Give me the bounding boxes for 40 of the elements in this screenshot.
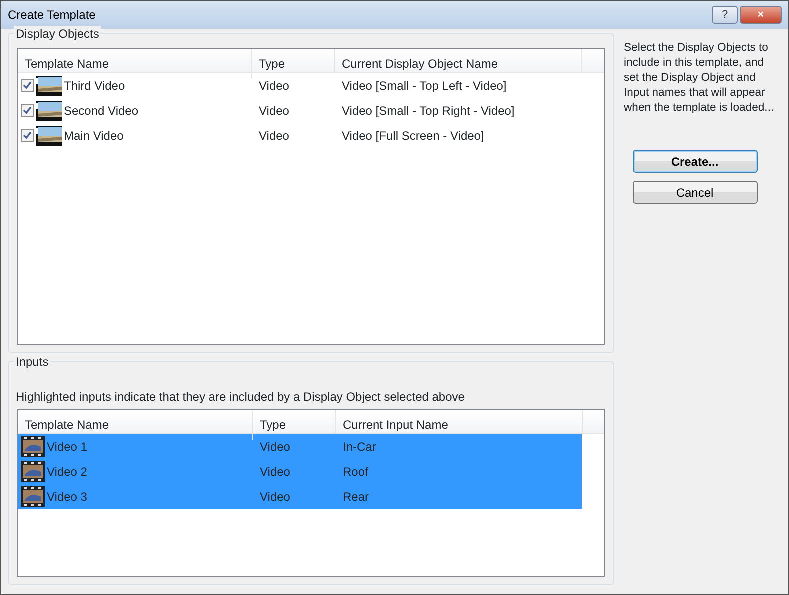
- table-cell-text: Video [Small - Top Left - Video]: [341, 78, 508, 94]
- table-cell-text: Video 1: [47, 438, 88, 456]
- column-header[interactable]: Template Name: [18, 49, 252, 73]
- table-cell-text: Third Video: [64, 78, 126, 94]
- video-thumbnail-icon: [36, 126, 62, 146]
- video-thumbnail-icon: [36, 76, 62, 96]
- help-button[interactable]: ?: [712, 6, 738, 24]
- input-row[interactable]: Video 1 Video In-Car: [18, 434, 582, 459]
- table-cell-text: Roof: [342, 464, 370, 480]
- cancel-button[interactable]: Cancel: [632, 181, 758, 204]
- column-header[interactable]: Current Display Object Name: [335, 49, 582, 73]
- table-cell-text: Video 3: [47, 488, 88, 506]
- table-cell-text: Main Video: [64, 128, 124, 144]
- group-title: Display Objects: [14, 26, 102, 42]
- column-header[interactable]: Type: [252, 49, 335, 73]
- table-cell-text: Rear: [342, 488, 370, 506]
- table-cell-text: Video: [259, 488, 292, 506]
- table-cell-text: Video: [258, 102, 290, 120]
- table-cell-text: Video 2: [47, 464, 88, 480]
- table-cell-text: Video: [259, 464, 292, 480]
- table-cell-text: In-Car: [342, 438, 378, 456]
- checkbox[interactable]: [21, 104, 34, 117]
- film-icon: [21, 486, 45, 507]
- checkbox[interactable]: [21, 79, 34, 92]
- create-button[interactable]: Create...: [632, 150, 758, 173]
- table-cell-text: Video [Small - Top Right - Video]: [341, 102, 516, 120]
- table-cell-text: Video [Full Screen - Video]: [341, 128, 486, 144]
- table-cell-text: Video: [259, 438, 292, 456]
- film-icon: [21, 461, 45, 482]
- video-thumbnail-icon: [36, 100, 62, 120]
- checkbox[interactable]: [21, 129, 34, 142]
- table-cell-text: Video: [258, 78, 290, 94]
- input-row[interactable]: Video 2 Video Roof: [18, 459, 582, 484]
- film-icon: [21, 436, 45, 457]
- hint-text: Highlighted inputs indicate that they are included by a Display Object selected above: [16, 389, 466, 406]
- table-cell-text: Video: [258, 128, 290, 144]
- input-row[interactable]: Video 3 Video Rear: [18, 484, 582, 509]
- window-title: Create Template: [8, 7, 97, 24]
- help-text: Select the Display Objects to include in this template, and set the Display Object and Input names that will appear when the template is loaded...: [623, 41, 776, 116]
- table-cell-text: Second Video: [64, 102, 139, 120]
